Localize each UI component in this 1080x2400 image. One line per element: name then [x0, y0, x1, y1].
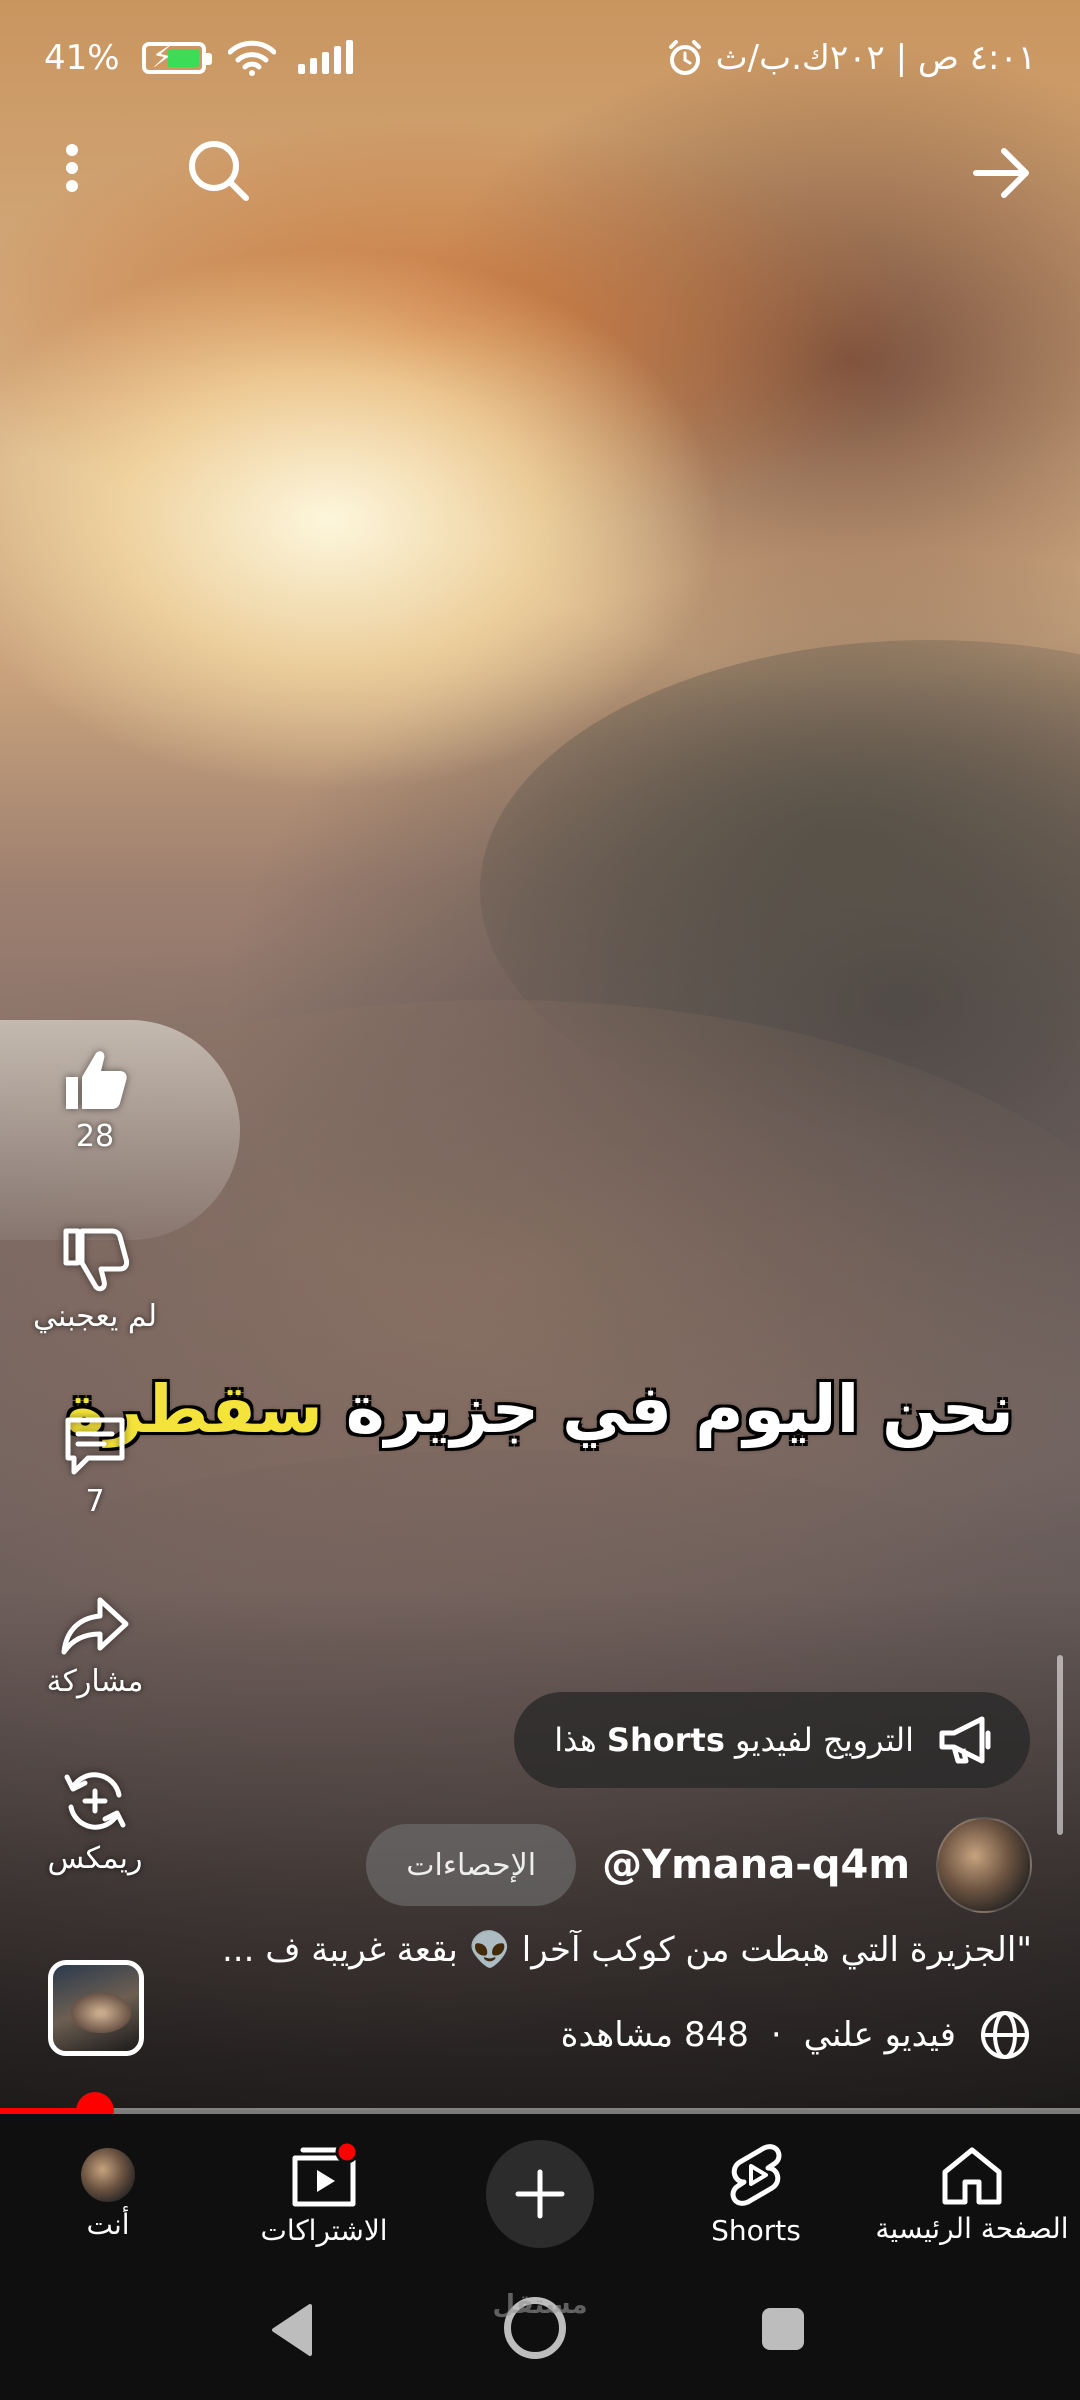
view-count: 848 مشاهدة — [560, 2015, 749, 2055]
channel-row: @Ymana-q4m الإحصاءات — [366, 1815, 1032, 1915]
thumbs-down-icon — [63, 1228, 130, 1292]
like-count: 28 — [75, 1119, 115, 1154]
promote-shorts-button[interactable]: الترويج لفيديو Shorts هذا — [514, 1692, 1030, 1788]
plus-icon — [515, 2169, 565, 2219]
wifi-icon — [227, 40, 276, 76]
nav-you[interactable]: أنت — [0, 2114, 216, 2274]
like-button[interactable]: 28 — [0, 1045, 190, 1154]
battery-charging-icon: ⚡ — [141, 40, 212, 75]
top-bar — [0, 120, 1080, 220]
video-description[interactable]: "الجزيرة التي هبطت من كوكب آخرا 👽 بقعة غ… — [152, 1930, 1032, 1970]
status-bar: 41% ⚡ ٤:٠١ ص | ٢٠٢ك.ب/ث — [0, 0, 1080, 120]
meta-separator: · — [770, 2015, 782, 2055]
system-back-icon[interactable] — [268, 2302, 316, 2358]
scrollbar[interactable] — [1057, 1655, 1063, 1835]
back-arrow-icon[interactable] — [966, 138, 1036, 208]
nav-you-label: أنت — [86, 2207, 130, 2241]
system-recents-icon[interactable] — [762, 2308, 804, 2350]
subscriptions-icon — [292, 2141, 359, 2206]
comments-count: 7 — [85, 1484, 105, 1519]
nav-subscriptions-label: الاشتراكات — [260, 2213, 388, 2247]
share-icon — [61, 1597, 129, 1655]
nav-shorts-label: Shorts — [711, 2213, 801, 2247]
nav-create[interactable] — [432, 2114, 648, 2274]
create-button[interactable] — [486, 2140, 594, 2248]
comment-icon — [65, 1417, 125, 1475]
thumbs-up-icon — [66, 1051, 127, 1109]
share-button[interactable]: مشاركة — [0, 1590, 190, 1699]
dislike-button[interactable]: لم يعجبني — [0, 1225, 190, 1334]
shorts-icon — [730, 2143, 782, 2206]
video-caption: نحن اليوم في جزيرة سقطرة — [60, 1370, 1020, 1449]
video-meta: فيديو علني · 848 مشاهدة — [561, 2008, 1032, 2062]
dislike-label: لم يعجبني — [33, 1299, 157, 1334]
globe-icon — [981, 2011, 1029, 2059]
channel-handle[interactable]: @Ymana-q4m — [602, 1842, 910, 1888]
analytics-button[interactable]: الإحصاءات — [366, 1824, 577, 1906]
search-icon[interactable] — [180, 132, 260, 212]
watermark-logo: مستقل — [492, 2290, 588, 2320]
remix-label: ريمكس — [47, 1841, 143, 1876]
nav-shorts[interactable]: Shorts — [648, 2114, 864, 2274]
battery-percent: 41% — [44, 38, 120, 78]
bottom-navigation: الصفحة الرئيسية Shorts الاشتراكات أنت — [0, 2114, 1080, 2274]
sound-thumbnail[interactable] — [48, 1960, 144, 2056]
remix-button[interactable]: ريمكس — [0, 1765, 190, 1876]
caption-main: نحن اليوم في جزيرة — [322, 1371, 1014, 1448]
promote-label: الترويج لفيديو Shorts هذا — [554, 1721, 914, 1759]
you-avatar — [81, 2147, 135, 2202]
comments-button[interactable]: 7 — [0, 1410, 190, 1519]
signal-icon — [297, 40, 353, 74]
nav-subscriptions[interactable]: الاشتراكات — [216, 2114, 432, 2274]
megaphone-icon — [939, 1716, 991, 1764]
home-icon — [942, 2147, 1002, 2204]
share-label: مشاركة — [46, 1664, 144, 1699]
visibility-label: فيديو علني — [803, 2015, 956, 2055]
remix-icon — [64, 1772, 126, 1830]
channel-avatar[interactable] — [936, 1817, 1032, 1913]
nav-home[interactable]: الصفحة الرئيسية — [864, 2114, 1080, 2274]
status-time: ٤:٠١ ص | ٢٠٢ك.ب/ث — [715, 38, 1036, 78]
alarm-icon — [668, 40, 701, 75]
nav-home-label: الصفحة الرئيسية — [875, 2211, 1069, 2245]
more-options-icon[interactable] — [42, 138, 102, 198]
